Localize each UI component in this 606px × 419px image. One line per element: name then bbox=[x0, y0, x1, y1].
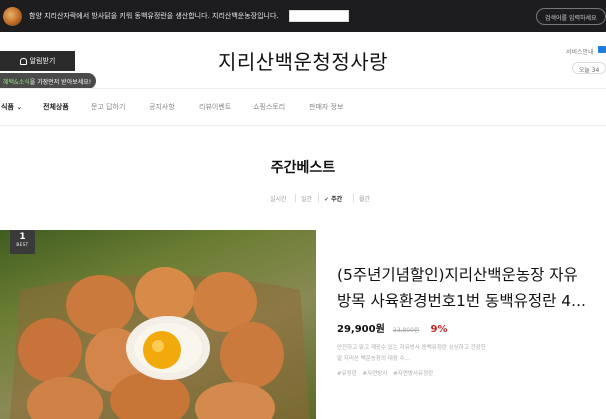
today-visitor-badge: 오늘 34 bbox=[572, 62, 606, 74]
nav-item-seller-info[interactable]: 판매자 정보 bbox=[309, 102, 343, 112]
rank-label: BEST bbox=[16, 242, 29, 247]
nav-item-all-products[interactable]: 전체상품 bbox=[43, 102, 69, 112]
original-price: 33,800원 bbox=[392, 327, 420, 334]
top-notice-text: 함양 지리산자락에서 방사닭을 키워 동백유정란을 생산합니다. 지리산백운농장… bbox=[29, 12, 279, 20]
sale-price: 29,900원 bbox=[337, 324, 385, 335]
tab-weekly[interactable]: ✓ 주간 bbox=[324, 194, 342, 203]
tab-divider bbox=[318, 194, 319, 202]
weekly-best-title: 주간베스트 bbox=[270, 160, 336, 176]
nav-item-shopping-story[interactable]: 쇼핑스토리 bbox=[253, 102, 285, 112]
tab-monthly[interactable]: 월간 bbox=[359, 194, 370, 203]
site-title[interactable]: 지리산백운청정사랑 bbox=[0, 46, 606, 75]
nav-item-notice[interactable]: 공지사항 bbox=[149, 102, 175, 112]
tag-link[interactable]: #자연방사 bbox=[363, 371, 388, 377]
search-input[interactable]: 검색어를 입력하세요 bbox=[536, 8, 606, 25]
price-row: 29,900원 33,800원 9% bbox=[337, 317, 447, 336]
tab-divider bbox=[295, 194, 296, 202]
nav-item-qna[interactable]: 문고 답하기 bbox=[91, 102, 125, 112]
nav-item-review-event[interactable]: 리뷰이벤트 bbox=[199, 102, 231, 112]
nav-item-food[interactable]: 식품 ⌄ bbox=[1, 102, 22, 112]
product-tags: #유정란 #자연방사 #자연방사유정란 bbox=[337, 369, 437, 377]
product-name-link[interactable]: (5주년기념할인)지리산백운농장 자유방목 사육환경번호1번 동백유정란 4..… bbox=[337, 262, 587, 314]
store-logo-icon[interactable] bbox=[3, 7, 22, 26]
notification-tooltip: 혜택&소식을 가장먼저 받아보세요! bbox=[0, 73, 97, 89]
service-guide-icon[interactable] bbox=[598, 46, 606, 53]
top-notice-box bbox=[289, 10, 349, 22]
top-notice-bar: 함양 지리산자락에서 방사닭을 키워 동백유정란을 생산합니다. 지리산백운농장… bbox=[0, 0, 606, 32]
nav-divider-bottom bbox=[0, 125, 606, 126]
tab-daily[interactable]: 일간 bbox=[301, 194, 312, 203]
tooltip-text: 을 가장먼저 받아보세요! bbox=[29, 79, 92, 86]
product-image[interactable] bbox=[0, 230, 316, 419]
tab-divider bbox=[353, 194, 354, 202]
service-guide-link[interactable]: 서비스안내 bbox=[566, 47, 594, 56]
egg-basket-illustration bbox=[10, 267, 310, 419]
tag-link[interactable]: #자연방사유정란 bbox=[393, 371, 433, 377]
rank-badge: 1 BEST bbox=[10, 230, 35, 254]
discount-rate: 9% bbox=[430, 324, 448, 335]
tag-link[interactable]: #유정란 bbox=[337, 371, 357, 377]
nav-divider-top bbox=[0, 88, 606, 89]
product-description: 안전하고 맑고 깨끗수 있는 자유방사 동백유정란 싱싱하고 건강한 말 지리산… bbox=[337, 345, 486, 362]
tab-realtime[interactable]: 실시간 bbox=[270, 194, 287, 203]
rank-number: 1 bbox=[19, 232, 26, 242]
tooltip-highlight: 혜택&소식 bbox=[3, 79, 30, 86]
